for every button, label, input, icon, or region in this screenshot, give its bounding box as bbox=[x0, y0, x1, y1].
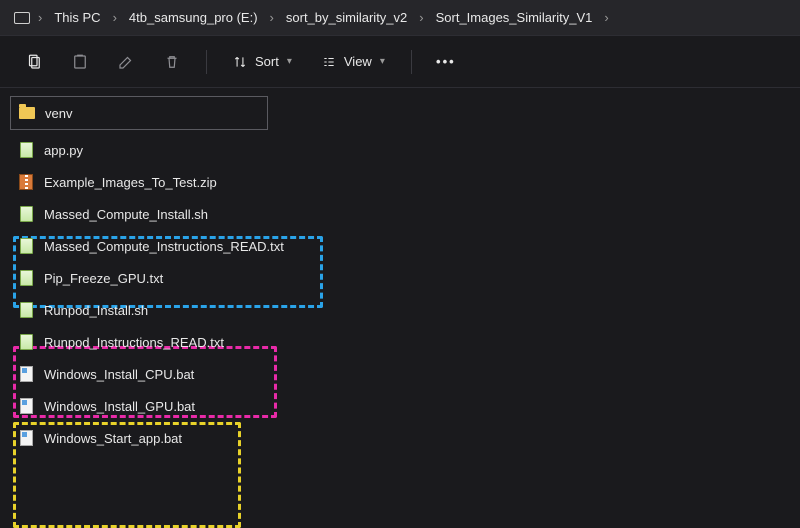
file-item[interactable]: Runpod_Instructions_READ.txt bbox=[10, 326, 790, 358]
chevron-right-icon[interactable]: › bbox=[268, 10, 276, 25]
batch-file-icon bbox=[18, 398, 34, 414]
chevron-right-icon[interactable]: › bbox=[602, 10, 610, 25]
sort-label: Sort bbox=[255, 54, 279, 69]
toolbar: Sort ▾ View ▾ ••• bbox=[0, 36, 800, 88]
monitor-icon bbox=[14, 12, 30, 24]
chevron-down-icon: ▾ bbox=[380, 56, 385, 67]
view-label: View bbox=[344, 54, 372, 69]
file-item[interactable]: app.py bbox=[10, 134, 790, 166]
file-item[interactable]: Runpod_Install.sh bbox=[10, 294, 790, 326]
file-item[interactable]: Massed_Compute_Install.sh bbox=[10, 198, 790, 230]
delete-button[interactable] bbox=[154, 44, 190, 80]
file-name: Runpod_Install.sh bbox=[44, 303, 148, 318]
chevron-right-icon[interactable]: › bbox=[111, 10, 119, 25]
file-name: Massed_Compute_Instructions_READ.txt bbox=[44, 239, 284, 254]
file-name: Windows_Install_GPU.bat bbox=[44, 399, 195, 414]
breadcrumb-seg-1[interactable]: 4tb_samsung_pro (E:) bbox=[121, 6, 266, 29]
text-file-icon bbox=[18, 206, 34, 222]
sort-icon bbox=[233, 55, 247, 69]
more-button[interactable]: ••• bbox=[428, 44, 464, 80]
file-list: venv app.py Example_Images_To_Test.zip Mas… bbox=[0, 88, 800, 462]
file-item[interactable]: Pip_Freeze_GPU.txt bbox=[10, 262, 790, 294]
file-item[interactable]: Massed_Compute_Instructions_READ.txt bbox=[10, 230, 790, 262]
chevron-right-icon[interactable]: › bbox=[36, 10, 44, 25]
batch-file-icon bbox=[18, 366, 34, 382]
file-name: app.py bbox=[44, 143, 83, 158]
file-name: Massed_Compute_Install.sh bbox=[44, 207, 208, 222]
file-item[interactable]: Windows_Install_GPU.bat bbox=[10, 390, 790, 422]
folder-item[interactable]: venv bbox=[10, 96, 268, 130]
file-item[interactable]: Example_Images_To_Test.zip bbox=[10, 166, 790, 198]
folder-icon bbox=[19, 105, 35, 121]
text-file-icon bbox=[18, 302, 34, 318]
cut-button[interactable] bbox=[16, 44, 52, 80]
file-item[interactable]: Windows_Start_app.bat bbox=[10, 422, 790, 454]
breadcrumb-seg-2[interactable]: sort_by_similarity_v2 bbox=[278, 6, 415, 29]
copy-button[interactable] bbox=[62, 44, 98, 80]
archive-icon bbox=[18, 174, 34, 190]
text-file-icon bbox=[18, 334, 34, 350]
file-name: Windows_Start_app.bat bbox=[44, 431, 182, 446]
text-file-icon bbox=[18, 142, 34, 158]
text-file-icon bbox=[18, 270, 34, 286]
file-name: venv bbox=[45, 106, 72, 121]
chevron-down-icon: ▾ bbox=[287, 56, 292, 67]
rename-button[interactable] bbox=[108, 44, 144, 80]
file-item[interactable]: Windows_Install_CPU.bat bbox=[10, 358, 790, 390]
breadcrumb-seg-0[interactable]: This PC bbox=[46, 6, 108, 29]
batch-file-icon bbox=[18, 430, 34, 446]
file-name: Example_Images_To_Test.zip bbox=[44, 175, 217, 190]
file-name: Windows_Install_CPU.bat bbox=[44, 367, 194, 382]
view-button[interactable]: View ▾ bbox=[312, 48, 395, 75]
chevron-right-icon[interactable]: › bbox=[417, 10, 425, 25]
breadcrumb-seg-3[interactable]: Sort_Images_Similarity_V1 bbox=[428, 6, 601, 29]
view-icon bbox=[322, 55, 336, 69]
separator bbox=[206, 50, 207, 74]
separator bbox=[411, 50, 412, 74]
file-name: Pip_Freeze_GPU.txt bbox=[44, 271, 163, 286]
breadcrumb: › This PC › 4tb_samsung_pro (E:) › sort_… bbox=[0, 0, 800, 36]
sort-button[interactable]: Sort ▾ bbox=[223, 48, 302, 75]
text-file-icon bbox=[18, 238, 34, 254]
file-name: Runpod_Instructions_READ.txt bbox=[44, 335, 224, 350]
